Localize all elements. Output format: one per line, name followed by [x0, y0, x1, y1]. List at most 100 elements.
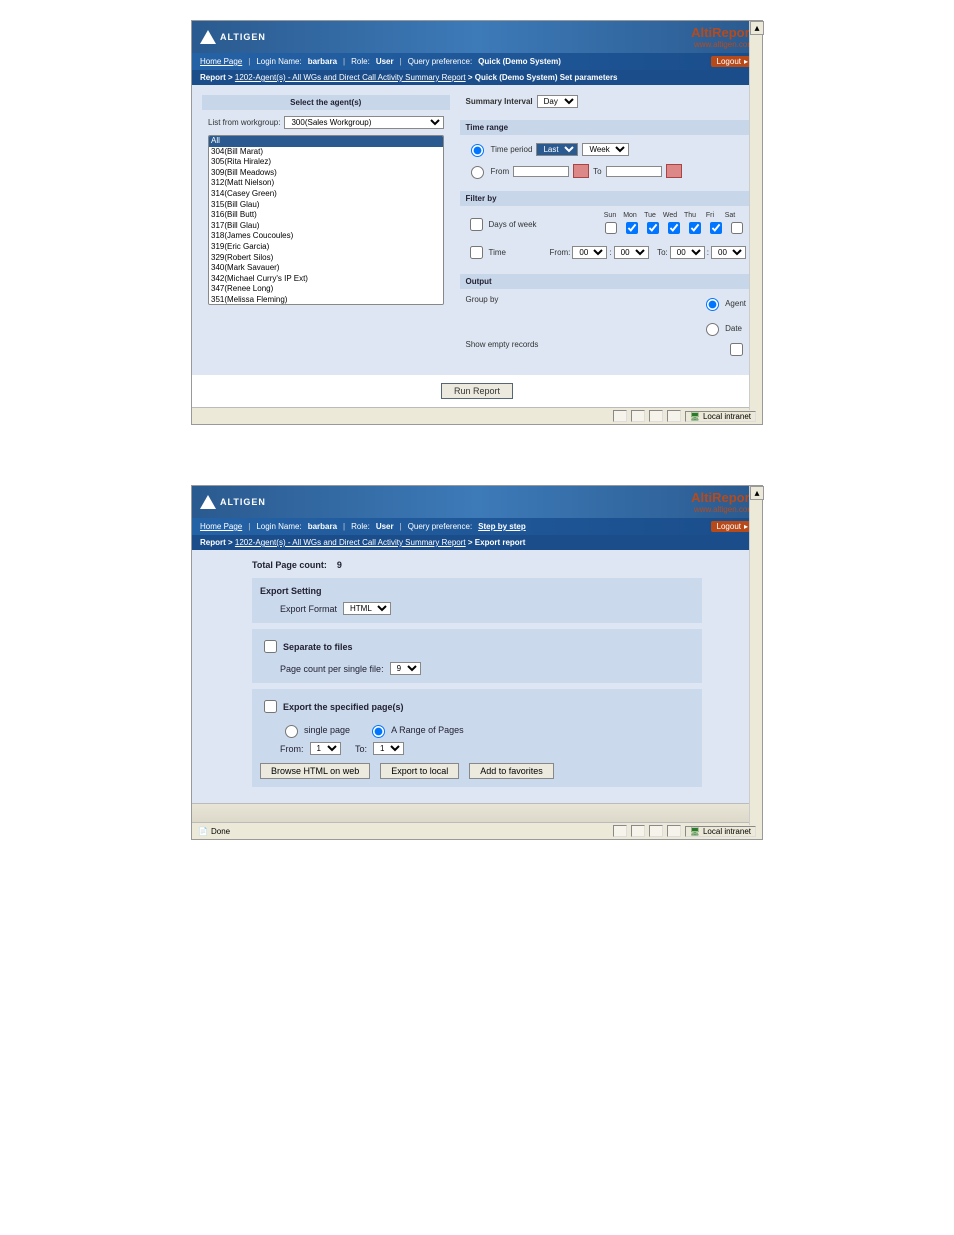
status-zone-icon: [631, 410, 645, 422]
time-period-qty-select[interactable]: Last: [536, 143, 578, 156]
status-intranet: 🖥 Local intranet: [685, 826, 756, 837]
status-bar: 🖥 Local intranet: [192, 407, 762, 424]
calendar-icon[interactable]: [573, 164, 589, 178]
day-sun-checkbox[interactable]: [605, 222, 617, 234]
pref-label: Query preference:: [408, 57, 472, 66]
status-zone-icon: [667, 410, 681, 422]
status-intranet: 🖥 Local intranet: [685, 411, 756, 422]
vertical-scrollbar[interactable]: ▴: [749, 486, 762, 825]
add-favorites-button[interactable]: Add to favorites: [469, 763, 554, 779]
time-filter-checkbox[interactable]: [470, 246, 483, 259]
export-setting-title: Export Setting: [260, 586, 694, 596]
single-page-radio[interactable]: [285, 725, 298, 738]
role-label: Role:: [351, 57, 370, 66]
logo: ALTIGEN: [200, 30, 266, 44]
agent-listbox[interactable]: All 304(Bill Marat) 305(Rita Hiralez) 30…: [208, 135, 444, 305]
crumb-report-link[interactable]: 1202-Agent(s) - All WGs and Direct Call …: [235, 73, 466, 82]
login-label: Login Name:: [256, 57, 301, 66]
summary-interval-select[interactable]: Day: [537, 95, 578, 108]
logout-button[interactable]: Logout▸: [711, 521, 754, 532]
workgroup-select[interactable]: 300(Sales Workgroup): [284, 116, 443, 129]
days-of-week-checkbox[interactable]: [470, 218, 483, 231]
brand-block: AltiReport www.altigen.com: [691, 490, 754, 514]
page-count-select[interactable]: 9: [390, 662, 421, 675]
brand-title: AltiReport: [691, 490, 754, 505]
from-page-select[interactable]: 1: [310, 742, 341, 755]
total-pages-label: Total Page count:: [252, 560, 327, 570]
summary-interval-label: Summary Interval: [466, 97, 533, 106]
group-date-radio[interactable]: [706, 323, 719, 336]
day-tue-checkbox[interactable]: [647, 222, 659, 234]
altireport-params-window: ▴ ALTIGEN AltiReport www.altigen.com Hom…: [191, 20, 763, 425]
export-pages-box: Export the specified page(s) single page…: [252, 689, 702, 787]
status-zone-icon: [631, 825, 645, 837]
status-zone-icon: [667, 825, 681, 837]
pref-value: Quick (Demo System): [478, 57, 561, 66]
day-thu-checkbox[interactable]: [689, 222, 701, 234]
breadcrumb: Report > 1202-Agent(s) - All WGs and Dir…: [192, 535, 762, 550]
day-mon-checkbox[interactable]: [626, 222, 638, 234]
group-agent-radio[interactable]: [706, 298, 719, 311]
show-empty-label: Show empty records: [466, 340, 539, 359]
scroll-up-arrow[interactable]: ▴: [750, 21, 764, 35]
from-date-input[interactable]: [513, 166, 569, 177]
to-page-select[interactable]: 1: [373, 742, 404, 755]
logo-text: ALTIGEN: [220, 32, 266, 42]
home-link[interactable]: Home Page: [200, 57, 242, 66]
header-strip: ALTIGEN AltiReport www.altigen.com: [192, 21, 762, 53]
range-pages-radio[interactable]: [372, 725, 385, 738]
day-fri-checkbox[interactable]: [710, 222, 722, 234]
from-to-radio[interactable]: [471, 166, 484, 179]
time-to-hh[interactable]: 00: [670, 246, 705, 259]
status-zone-icon: [649, 825, 663, 837]
run-report-button[interactable]: Run Report: [441, 383, 513, 399]
logo-icon: [200, 30, 216, 44]
select-agents-title: Select the agent(s): [202, 95, 450, 110]
time-to-mm[interactable]: 00: [711, 246, 746, 259]
export-content: Total Page count: 9 Export Setting Expor…: [192, 550, 762, 803]
time-from-mm[interactable]: 00: [614, 246, 649, 259]
home-link[interactable]: Home Page: [200, 522, 242, 531]
calendar-icon[interactable]: [666, 164, 682, 178]
logo-icon: [200, 495, 216, 509]
time-range-title: Time range: [460, 120, 753, 135]
status-zone-icon: [613, 825, 627, 837]
crumb-tail: > Quick (Demo System) Set parameters: [468, 73, 618, 82]
logout-arrow-icon: ▸: [744, 522, 748, 531]
days-header: SunMonTueWedThuFriSat: [601, 212, 746, 219]
export-format-select[interactable]: HTML: [343, 602, 391, 615]
bottom-spacer: [192, 803, 762, 822]
nav-bar: Home Page | Login Name: barbara | Role: …: [192, 53, 762, 70]
export-pages-checkbox[interactable]: [264, 700, 277, 713]
logout-button[interactable]: Logout▸: [711, 56, 754, 67]
from-label: From:: [280, 744, 304, 754]
day-wed-checkbox[interactable]: [668, 222, 680, 234]
from-label: From: [491, 167, 510, 176]
time-period-radio[interactable]: [471, 144, 484, 157]
time-period-label: Time period: [491, 145, 533, 154]
day-sat-checkbox[interactable]: [731, 222, 743, 234]
brand-url: www.altigen.com: [691, 505, 754, 514]
browse-html-button[interactable]: Browse HTML on web: [260, 763, 370, 779]
scroll-up-arrow[interactable]: ▴: [750, 486, 764, 500]
status-zone-icon: [649, 410, 663, 422]
export-setting-box: Export Setting Export Format HTML: [252, 578, 702, 623]
altireport-export-window: ▴ ALTIGEN AltiReport www.altigen.com Hom…: [191, 485, 763, 840]
show-empty-checkbox[interactable]: [730, 343, 743, 356]
crumb-report-link[interactable]: 1202-Agent(s) - All WGs and Direct Call …: [235, 538, 466, 547]
role-value: User: [376, 57, 394, 66]
separate-files-box: Separate to files Page count per single …: [252, 629, 702, 683]
to-label: To: [593, 167, 601, 176]
filter-by-title: Filter by: [460, 191, 753, 206]
export-local-button[interactable]: Export to local: [380, 763, 459, 779]
to-date-input[interactable]: [606, 166, 662, 177]
login-value: barbara: [308, 522, 337, 531]
params-content: Select the agent(s) List from workgroup:…: [192, 85, 762, 375]
vertical-scrollbar[interactable]: ▴: [749, 21, 762, 410]
time-from-hh[interactable]: 00: [572, 246, 607, 259]
separate-files-checkbox[interactable]: [264, 640, 277, 653]
time-period-unit-select[interactable]: Week: [582, 143, 629, 156]
role-label: Role:: [351, 522, 370, 531]
pref-link[interactable]: Step by step: [478, 522, 526, 531]
login-value: barbara: [308, 57, 337, 66]
